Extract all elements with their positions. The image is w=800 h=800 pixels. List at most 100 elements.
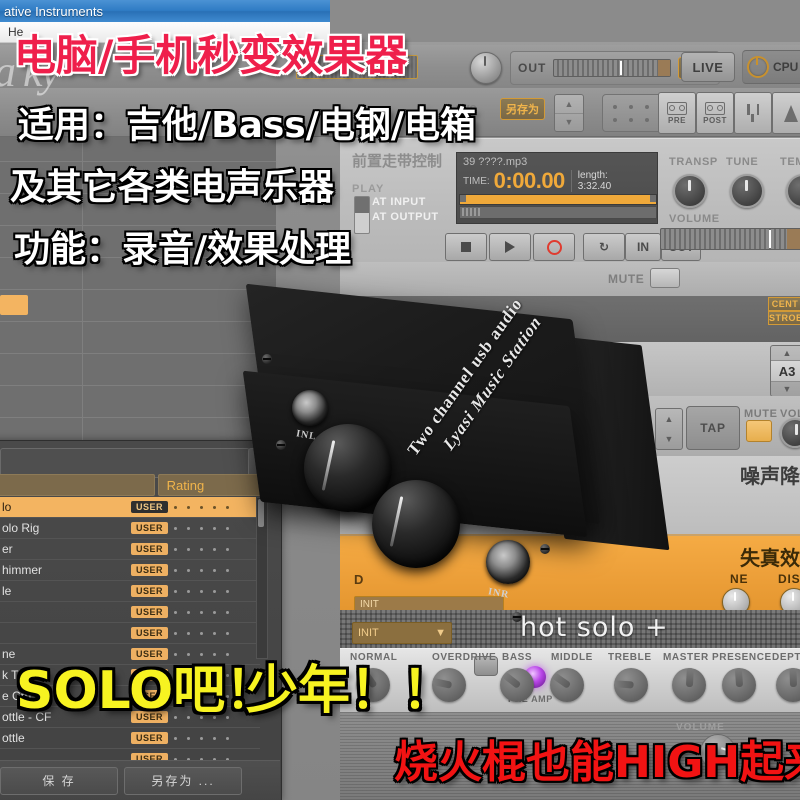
rating-stars[interactable] — [174, 631, 260, 635]
tape-icon — [667, 101, 687, 115]
length-block: length: 3:32.40 — [570, 170, 612, 192]
os-titlebar[interactable]: ative Instruments — [0, 0, 330, 23]
output-meter — [553, 59, 672, 77]
post-label: POST — [703, 115, 727, 125]
list-item[interactable]: le USER — [0, 581, 260, 602]
list-item[interactable]: himmer USER — [0, 560, 260, 581]
at-input-label[interactable]: AT INPUT — [372, 196, 426, 208]
position-bar[interactable] — [459, 194, 657, 205]
post-button[interactable]: POST — [696, 92, 734, 134]
note-down-icon[interactable]: ▼ — [771, 382, 800, 396]
power-icon[interactable] — [747, 56, 769, 78]
out-label: OUT — [518, 61, 547, 75]
rating-stars[interactable] — [174, 526, 260, 530]
bpm-up-icon[interactable]: ▲ — [656, 409, 682, 429]
preset-stepper[interactable]: ▲ ▼ — [554, 94, 584, 132]
amp-label-depth: DEPTH — [772, 652, 800, 663]
cent-button[interactable]: CENT — [768, 297, 800, 311]
save-button[interactable]: 保 存 — [0, 766, 118, 795]
rating-stars[interactable] — [174, 589, 260, 593]
strobe-button[interactable]: STROBE — [768, 311, 800, 325]
mute-toggle[interactable] — [650, 268, 680, 288]
user-badge: USER — [130, 732, 168, 744]
rating-stars[interactable] — [174, 505, 260, 509]
tune-knob[interactable] — [730, 174, 764, 208]
rating-stars[interactable] — [174, 568, 260, 572]
noise-reduction-label: 噪声降 — [740, 464, 800, 488]
promo-solo: SOLO吧！ — [16, 661, 278, 721]
list-item[interactable]: USER — [0, 623, 260, 644]
play-button[interactable] — [489, 233, 531, 261]
note-up-icon[interactable]: ▲ — [771, 346, 800, 360]
save-as-button[interactable]: 另存为 — [500, 98, 545, 120]
rating-stars[interactable] — [174, 547, 260, 551]
user-badge: USER — [130, 606, 168, 618]
input-gain-knob[interactable] — [470, 52, 502, 84]
amp-knob-bass[interactable] — [500, 668, 534, 702]
list-item[interactable]: er USER — [0, 539, 260, 560]
amp-knob-treble[interactable] — [613, 668, 648, 702]
file-name: 39 ????.mp3 — [463, 156, 528, 168]
note-stepper[interactable]: ▲ A3 ▼ — [770, 345, 800, 397]
list-item-name: olo Rig — [2, 521, 40, 535]
transp-knob[interactable] — [673, 174, 707, 208]
at-output-label[interactable]: AT OUTPUT — [372, 211, 439, 223]
list-item[interactable]: USER — [0, 602, 260, 623]
promo-bottom: 烧火棍也能HIGH起来 — [394, 737, 800, 788]
list-item[interactable]: ottle USER — [0, 728, 260, 749]
loop-in-button[interactable]: IN — [625, 233, 661, 261]
length-value: 3:32.40 — [577, 181, 612, 192]
list-item[interactable]: lo USER — [0, 497, 260, 518]
promo-headline: 电脑/手机秒变效果器 — [14, 31, 408, 80]
waveform-scrollbar[interactable] — [459, 206, 657, 219]
amp-label-master: MASTER — [663, 652, 709, 663]
amp-knob-presence[interactable] — [722, 667, 756, 702]
amp-preset-select[interactable]: INIT ▼ — [352, 622, 452, 644]
time-row: TIME: 0:00.00 length: 3:32.40 — [457, 168, 657, 194]
save-as-button-2[interactable]: 另存为 ... — [124, 766, 242, 795]
stepper-down-icon[interactable]: ▼ — [555, 114, 583, 132]
stop-button[interactable] — [445, 233, 487, 261]
preset-list[interactable]: lo USER olo Rig USER er USER himmer USER le USER U… — [0, 497, 260, 770]
play-mode-label: PLAY — [352, 183, 385, 195]
stop-icon — [461, 242, 471, 252]
play-mode-switch[interactable] — [354, 196, 370, 234]
mute-label: MUTE — [608, 272, 645, 286]
user-badge: USER — [130, 627, 168, 639]
user-badge: USER — [130, 501, 168, 513]
tape-icon — [705, 101, 725, 115]
amp-knob-master[interactable] — [672, 667, 706, 702]
rating-stars[interactable] — [174, 610, 260, 614]
pre-label: PRE — [668, 115, 686, 125]
column-header-rating[interactable]: Rating — [157, 474, 280, 496]
tap-mute-label: MUTE — [744, 408, 778, 420]
tap-mute-toggle[interactable] — [746, 420, 772, 442]
tap-button[interactable]: TAP — [686, 406, 740, 450]
amp-knob-middle[interactable] — [550, 668, 584, 702]
bpm-down-icon[interactable]: ▼ — [656, 429, 682, 449]
mute-strip — [340, 262, 800, 297]
live-button[interactable]: LIVE — [681, 52, 735, 82]
amp-label-middle: MIDDLE — [551, 652, 593, 663]
volume-meter[interactable] — [660, 228, 800, 250]
browser-scrollbar[interactable] — [256, 497, 268, 659]
close-icon[interactable]: ✕ — [248, 448, 274, 476]
learn-strip: LEARN — [340, 456, 800, 535]
table-row — [0, 322, 276, 354]
record-icon — [546, 239, 562, 255]
pre-button[interactable]: PRE — [658, 92, 696, 134]
record-button[interactable] — [533, 233, 575, 261]
tune-fork-strip: TUNE TUNE FORK +7 — [340, 342, 800, 397]
table-highlight-cell — [0, 295, 28, 315]
bpm-stepper[interactable]: ▲ ▼ — [655, 408, 683, 450]
tempo-label: TEMPO — [780, 156, 800, 168]
stepper-up-icon[interactable]: ▲ — [555, 95, 583, 114]
table-row — [0, 354, 276, 386]
distortion-panel: D INIT NE DISTORTION — [340, 534, 800, 616]
column-header-name[interactable]: ne — [0, 474, 155, 496]
user-badge: USER — [130, 585, 168, 597]
list-item[interactable]: olo Rig USER — [0, 518, 260, 539]
rating-stars[interactable] — [174, 736, 260, 740]
loop-button[interactable]: ↻ — [583, 233, 625, 261]
promo-line-3: 功能：录音/效果处理 — [14, 229, 352, 270]
